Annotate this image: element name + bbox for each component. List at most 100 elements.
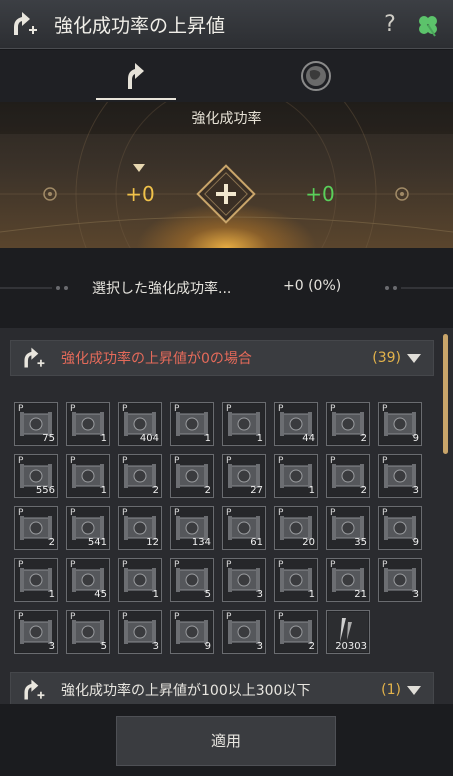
clover-icon[interactable] <box>411 8 445 42</box>
item-count: 20 <box>302 537 315 548</box>
item-count: 2 <box>204 485 211 496</box>
item-count: 35 <box>354 537 367 548</box>
help-button[interactable]: ? <box>375 9 405 41</box>
item-count: 1 <box>100 433 107 444</box>
item-count: 3 <box>412 485 419 496</box>
item-slot[interactable]: P2 <box>326 454 370 498</box>
slot-p-label: P <box>278 560 284 570</box>
item-slot[interactable]: P 45 <box>66 558 110 602</box>
item-slot[interactable]: P1 <box>274 558 318 602</box>
upgrade-arrow-icon <box>128 63 144 89</box>
group-count: (39) <box>372 350 401 366</box>
item-count: 3 <box>256 641 263 652</box>
slot-p-label: P <box>278 456 284 466</box>
current-rate-value: +0 <box>125 182 155 206</box>
slot-p-label: P <box>122 404 128 414</box>
item-count: 21 <box>354 589 367 600</box>
item-count: 61 <box>250 537 263 548</box>
slot-p-label: P <box>70 456 76 466</box>
item-count: 5 <box>100 641 107 652</box>
item-slot[interactable]: P3 <box>378 454 422 498</box>
item-slot[interactable]: P1 <box>222 402 266 446</box>
slot-p-label: P <box>226 508 232 518</box>
item-count: 12 <box>146 537 159 548</box>
item-slot[interactable]: P1 <box>66 454 110 498</box>
item-slot[interactable]: P1 <box>66 402 110 446</box>
item-slot[interactable]: P3 <box>14 610 58 654</box>
active-tab-indicator <box>96 98 176 100</box>
item-slot[interactable]: 20303 <box>326 610 370 654</box>
item-slot[interactable]: P5 <box>66 610 110 654</box>
group-header-100-300[interactable]: 強化成功率の上昇値が100以上300以下 (1) <box>10 672 434 704</box>
upgrade-arrow-icon <box>19 343 49 373</box>
slot-p-label: P <box>278 612 284 622</box>
item-slot[interactable]: P 75 <box>14 402 58 446</box>
slot-p-label: P <box>174 560 180 570</box>
slot-p-label: P <box>330 560 336 570</box>
group-header-zero[interactable]: 強化成功率の上昇値が0の場合 (39) <box>10 340 434 376</box>
hero-label: 強化成功率 <box>191 111 262 127</box>
item-slot[interactable]: P1 <box>14 558 58 602</box>
item-slot[interactable]: P3 <box>222 558 266 602</box>
item-slot[interactable]: P 21 <box>326 558 370 602</box>
item-slot[interactable]: P 12 <box>118 506 162 550</box>
item-slot[interactable]: P 404 <box>118 402 162 446</box>
item-count: 3 <box>48 641 55 652</box>
item-count: 2 <box>308 641 315 652</box>
slot-p-label: P <box>122 612 128 622</box>
item-slot[interactable]: P 556 <box>14 454 58 498</box>
title-bar: 強化成功率の上昇値 ? <box>0 0 453 49</box>
footer: 適用 <box>0 704 453 776</box>
item-slot[interactable]: P 134 <box>170 506 214 550</box>
apply-button[interactable]: 適用 <box>116 716 336 766</box>
selection-summary: 選択した強化成功率... +0 (0%) <box>0 248 453 328</box>
chevron-down-icon <box>407 354 421 363</box>
slot-p-label: P <box>226 456 232 466</box>
slot-p-label: P <box>330 456 336 466</box>
slot-p-label: P <box>226 560 232 570</box>
tab-bar <box>0 50 453 102</box>
item-slot[interactable]: P3 <box>222 610 266 654</box>
item-count: 1 <box>256 433 263 444</box>
item-slot[interactable]: P2 <box>170 454 214 498</box>
new-rate-value: +0 <box>305 182 335 206</box>
item-slot[interactable]: P2 <box>274 610 318 654</box>
item-slot[interactable]: P1 <box>274 454 318 498</box>
item-count: 3 <box>412 589 419 600</box>
item-count: 1 <box>152 589 159 600</box>
item-slot[interactable]: P1 <box>118 558 162 602</box>
item-slot[interactable]: P9 <box>378 402 422 446</box>
slot-p-label: P <box>174 508 180 518</box>
tab-globe[interactable] <box>276 50 356 102</box>
item-slot[interactable]: P 20 <box>274 506 318 550</box>
item-slot[interactable]: P3 <box>378 558 422 602</box>
item-slot[interactable]: P2 <box>14 506 58 550</box>
item-slot[interactable]: P1 <box>170 402 214 446</box>
item-slot[interactable]: P 44 <box>274 402 318 446</box>
item-slot[interactable]: P9 <box>378 506 422 550</box>
group-title: 強化成功率の上昇値が0の場合 <box>61 351 252 367</box>
item-count: 2 <box>48 537 55 548</box>
item-slot[interactable]: P 61 <box>222 506 266 550</box>
group-title: 強化成功率の上昇値が100以上300以下 <box>61 683 311 699</box>
item-slot[interactable]: P 27 <box>222 454 266 498</box>
item-count: 541 <box>87 537 107 548</box>
slot-p-label: P <box>18 456 24 466</box>
window-title: 強化成功率の上昇値 <box>54 14 226 37</box>
item-list[interactable]: 強化成功率の上昇値が0の場合 (39) P 75 P 1 P 404 P 1 P 1 P 44 P 2 P 9… <box>0 328 453 704</box>
summary-value: +0 (0%) <box>283 278 342 294</box>
item-slot[interactable]: P2 <box>326 402 370 446</box>
scrollbar[interactable] <box>443 334 448 454</box>
item-slot[interactable]: P5 <box>170 558 214 602</box>
item-count: 2 <box>360 485 367 496</box>
slot-p-label: P <box>174 404 180 414</box>
item-slot[interactable]: P2 <box>118 454 162 498</box>
tab-upgrade[interactable] <box>96 50 176 102</box>
item-slot[interactable]: P3 <box>118 610 162 654</box>
item-slot[interactable]: P9 <box>170 610 214 654</box>
item-slot[interactable]: P 541 <box>66 506 110 550</box>
item-count: 20303 <box>335 641 367 652</box>
item-count: 9 <box>204 641 211 652</box>
item-count: 45 <box>94 589 107 600</box>
item-slot[interactable]: P 35 <box>326 506 370 550</box>
